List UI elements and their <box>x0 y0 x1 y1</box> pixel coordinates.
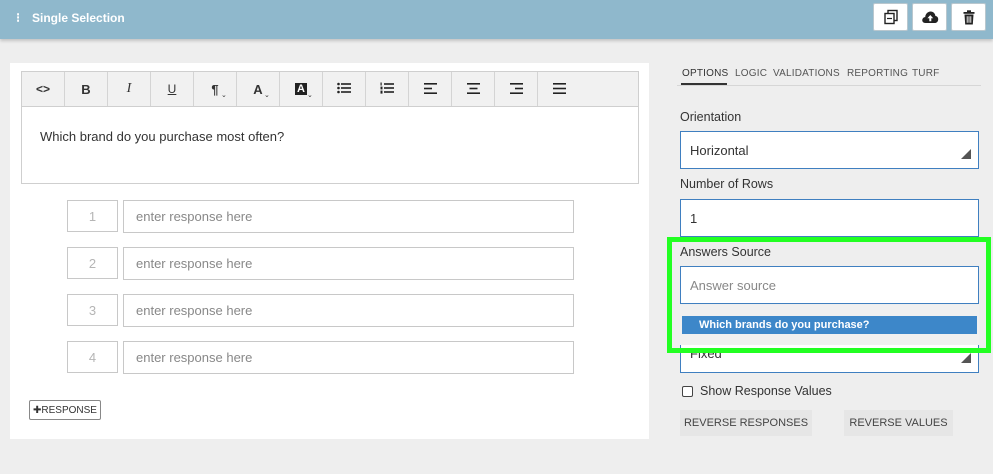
justify-icon <box>553 82 566 97</box>
justify-button[interactable] <box>538 72 581 106</box>
trash-icon <box>963 9 975 25</box>
reverse-values-button[interactable]: REVERSE VALUES <box>844 410 953 436</box>
chevron-down-icon: ⌄ <box>307 92 313 99</box>
bullet-list-icon <box>337 82 351 97</box>
delete-button[interactable] <box>951 3 986 31</box>
code-icon: <> <box>35 82 50 96</box>
settings-tabs: OPTIONS LOGIC VALIDATIONS REPORTING TURF <box>677 63 981 86</box>
bullet-list-button[interactable] <box>323 72 366 106</box>
show-response-values-row[interactable]: Show Response Values <box>682 384 832 398</box>
resize-handle-icon <box>961 149 971 159</box>
header-bar: ⁝ Single Selection <box>0 0 993 39</box>
underline-button[interactable]: U <box>151 72 194 106</box>
rows-input[interactable]: 1 <box>680 199 979 237</box>
font-color-button[interactable]: A ⌄ <box>237 72 280 106</box>
reverse-responses-button[interactable]: REVERSE RESPONSES <box>680 410 812 436</box>
italic-button[interactable]: I <box>108 72 151 106</box>
underline-icon: U <box>167 82 177 96</box>
numbered-list-icon <box>380 82 394 97</box>
rows-label: Number of Rows <box>680 177 774 191</box>
tab-logic[interactable]: LOGIC <box>735 68 767 79</box>
tab-options[interactable]: OPTIONS <box>682 68 728 79</box>
highlight-box <box>667 237 991 353</box>
align-center-icon <box>466 82 480 97</box>
align-right-button[interactable] <box>495 72 538 106</box>
background-color-button[interactable]: A ⌄ <box>280 72 323 106</box>
orientation-select[interactable]: Horizontal <box>680 131 979 169</box>
rows-value: 1 <box>690 210 698 226</box>
response-number[interactable]: 2 <box>67 247 118 279</box>
response-input[interactable]: enter response here <box>123 294 574 327</box>
code-view-button[interactable]: <> <box>22 72 65 106</box>
question-type-title: Single Selection <box>32 11 125 25</box>
response-number[interactable]: 4 <box>67 341 118 373</box>
copy-icon <box>883 9 899 25</box>
response-input[interactable]: enter response here <box>123 341 574 374</box>
align-right-icon <box>509 82 523 97</box>
question-editor-panel: <> B I U ¶ ⌄ A ⌄ A ⌄ Which brand do you … <box>10 63 649 439</box>
paragraph-button[interactable]: ¶ ⌄ <box>194 72 237 106</box>
paragraph-icon: ¶ <box>211 81 219 97</box>
orientation-label: Orientation <box>680 110 742 124</box>
add-response-button[interactable]: ✚RESPONSE <box>29 400 101 420</box>
response-input[interactable]: enter response here <box>123 247 574 280</box>
tab-reporting[interactable]: REPORTING <box>847 68 908 79</box>
question-text[interactable]: Which brand do you purchase most often? <box>40 129 284 144</box>
response-number[interactable]: 1 <box>67 200 118 232</box>
chevron-down-icon: ⌄ <box>221 92 227 99</box>
tab-turf[interactable]: TURF <box>912 68 939 79</box>
active-tab-indicator <box>681 83 727 85</box>
response-number[interactable]: 3 <box>67 294 118 326</box>
chevron-down-icon: ⌄ <box>264 92 270 99</box>
response-input[interactable]: enter response here <box>123 200 574 233</box>
orientation-value: Horizontal <box>690 142 749 158</box>
cloud-upload-icon <box>921 10 939 24</box>
upload-button[interactable] <box>912 3 947 31</box>
numbered-list-button[interactable] <box>366 72 409 106</box>
show-values-label: Show Response Values <box>700 384 832 398</box>
bold-icon: B <box>81 81 91 97</box>
background-color-icon: A <box>295 83 307 95</box>
align-left-button[interactable] <box>409 72 452 106</box>
rich-text-toolbar: <> B I U ¶ ⌄ A ⌄ A ⌄ <box>21 71 639 107</box>
tab-validations[interactable]: VALIDATIONS <box>773 68 840 79</box>
question-text-editor[interactable]: Which brand do you purchase most often? <box>21 107 639 184</box>
font-color-icon: A <box>253 81 263 97</box>
menu-dots-icon[interactable]: ⁝ <box>16 10 20 26</box>
show-values-checkbox[interactable] <box>682 385 693 397</box>
italic-icon: I <box>126 81 132 96</box>
align-left-icon <box>423 82 437 97</box>
copy-button[interactable] <box>873 3 908 31</box>
resize-handle-icon <box>961 353 971 363</box>
bold-button[interactable]: B <box>65 72 108 106</box>
align-center-button[interactable] <box>452 72 495 106</box>
